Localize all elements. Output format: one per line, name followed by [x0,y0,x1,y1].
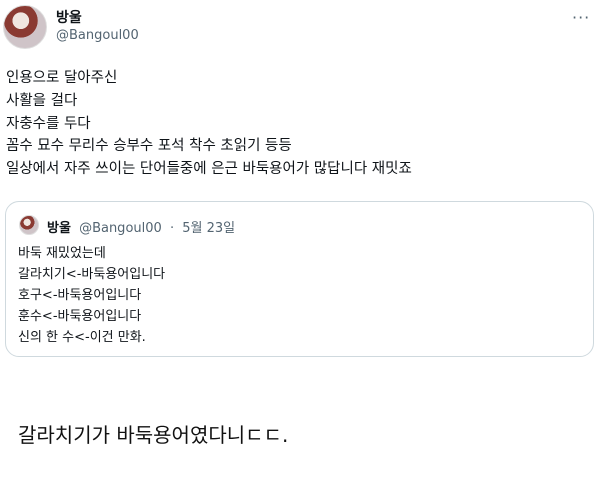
quote-tweet-card[interactable]: 방울 @Bangoul00 · 5월 23일 바둑 재밌었는데 갈라치기<-바둑… [5,201,594,357]
quote-separator: · [169,221,175,236]
tweet-line: 꼼수 묘수 무리수 승부수 포석 착수 초읽기 등등 [6,138,292,155]
more-dots-icon[interactable]: ··· [572,8,590,27]
quote-text: 바둑 재밌었는데 갈라치기<-바둑용어입니다 호구<-바둑용어입니다 훈수<-바… [18,243,165,348]
tweet-text: 인용으로 달아주신 사활을 걸다 자충수를 두다 꼼수 묘수 무리수 승부수 포… [6,67,586,181]
tweet-line: 일상에서 자주 쓰이는 단어들중에 은근 바둑용어가 많답니다 재밋죠 [6,161,412,178]
quote-line: 호구<-바둑용어입니다 [18,288,142,303]
quote-display-name[interactable]: 방울 [47,221,71,236]
user-handle[interactable]: @Bangoul00 [56,28,139,43]
tweet-line: 사활을 걸다 [6,92,78,109]
quote-line: 갈라치기<-바둑용어입니다 [18,267,166,282]
avatar[interactable] [3,5,47,49]
quote-handle[interactable]: @Bangoul00 [79,221,162,236]
quote-line: 훈수<-바둑용어입니다 [18,309,142,324]
quote-header: 방울 @Bangoul00 · 5월 23일 [47,217,235,236]
quote-date[interactable]: 5월 23일 [182,221,235,236]
quote-line: 신의 한 수<-이건 만화. [18,330,146,345]
caption-comment: 갈라치기가 바둑용어였다니ㄷㄷ. [18,423,289,447]
quote-avatar[interactable] [19,215,39,235]
quote-line: 바둑 재밌었는데 [18,246,106,261]
tweet-line: 인용으로 달아주신 [6,70,118,86]
tweet-line: 자충수를 두다 [6,115,91,132]
display-name[interactable]: 방울 [56,7,82,27]
